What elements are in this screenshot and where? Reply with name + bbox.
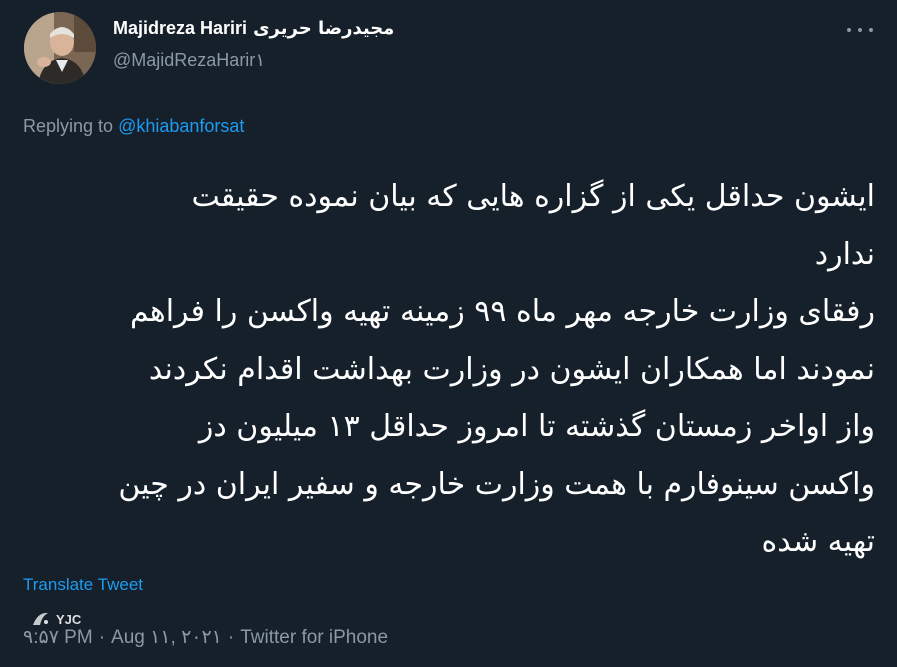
translate-tweet-link[interactable]: Translate Tweet <box>23 575 143 595</box>
tweet-text-line: واکسن سینوفارم با همت وزارت خارجه و سفیر… <box>118 466 875 502</box>
tweet-source: Twitter for iPhone <box>240 627 389 648</box>
tweet-time-link[interactable]: ۹:۵۷ PM <box>23 627 93 648</box>
tweet-text-line: تهیه شده <box>761 524 875 559</box>
avatar-image <box>24 12 96 84</box>
more-options-button[interactable] <box>847 22 873 38</box>
more-horizontal-icon-dot <box>869 28 873 32</box>
tweet-text-line: ندارد <box>814 236 875 272</box>
meta-separator: · <box>227 627 235 648</box>
tweet-text-line: نمودند اما همکاران ایشون در وزارت بهداشت… <box>148 351 875 387</box>
author-name-persian: مجیدرضا حریری <box>253 18 395 39</box>
more-horizontal-icon-dot <box>847 28 851 32</box>
replying-to-handle-link[interactable]: @khiabanforsat <box>118 116 244 136</box>
more-horizontal-icon-dot <box>858 28 862 32</box>
tweet-date-link[interactable]: Aug ۱۱, ۲۰۲۱ <box>111 627 222 648</box>
replying-to: Replying to @khiabanforsat <box>23 116 244 137</box>
tweet-text-line: رفقای وزارت خارجه مهر ماه ۹۹ زمینه تهیه … <box>129 294 875 329</box>
author-name-latin: Majidreza Hariri <box>113 18 248 38</box>
tweet-text-line: ایشون حداقل یکی از گزاره هایی که بیان نم… <box>191 179 875 214</box>
author-name[interactable]: Majidreza Hariri مجیدرضا حریری <box>113 18 394 39</box>
avatar[interactable] <box>24 12 96 84</box>
tweet-text: ایشون حداقل یکی از گزاره هایی که بیان نم… <box>22 168 875 571</box>
author-handle[interactable]: @MajidRezaHarir١ <box>113 50 265 71</box>
tweet-text-line: واز اواخر زمستان گذشته تا امروز حداقل ۱۳… <box>198 409 875 444</box>
tweet-card: Majidreza Hariri مجیدرضا حریری @MajidReza… <box>0 0 897 667</box>
watermark-text: YJC <box>56 611 82 627</box>
tweet-meta: ۹:۵۷ PM · Aug ۱۱, ۲۰۲۱ · Twitter for iPhone <box>23 626 388 649</box>
replying-to-label: Replying to <box>23 116 114 136</box>
meta-separator: · <box>98 627 106 648</box>
